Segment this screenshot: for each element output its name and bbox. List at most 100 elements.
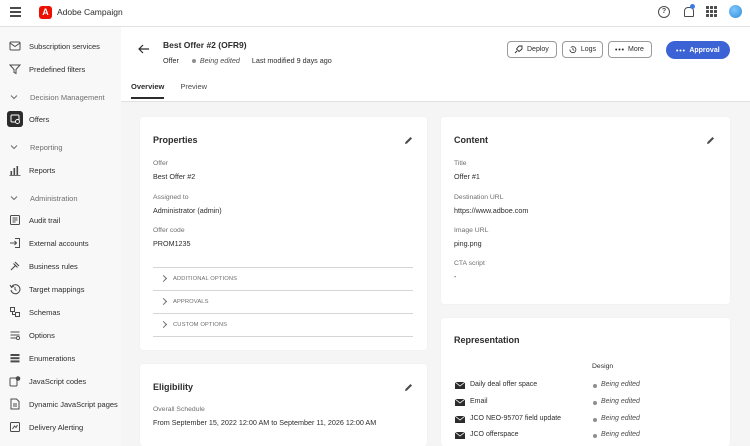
content-title: Content [454, 135, 488, 145]
sidebar-section-decision-management[interactable]: Decision Management [0, 87, 121, 107]
offer-type: Offer [163, 56, 179, 65]
eligibility-title: Eligibility [153, 382, 194, 392]
sidebar-item-options[interactable]: Options [0, 325, 121, 345]
back-arrow-icon[interactable] [138, 44, 150, 54]
table-row[interactable]: JCO offerspace Being edited [455, 430, 730, 444]
chevron-right-icon [159, 297, 168, 306]
field-label: Offer code [153, 227, 185, 234]
content-title-value: Offer #1 [454, 172, 480, 181]
tab-preview[interactable]: Preview [180, 82, 207, 99]
sidebar-item-subscription-services[interactable]: Subscription services [0, 36, 121, 56]
deploy-icon [514, 45, 523, 54]
target-mappings-icon [9, 283, 21, 295]
representation-title: Representation [454, 335, 520, 345]
help-icon[interactable]: ? [658, 5, 670, 18]
tab-bar: Overview Preview [131, 82, 207, 99]
email-envelope-icon [455, 382, 465, 389]
sidebar-item-javascript-codes[interactable]: JavaScript codes [0, 371, 121, 391]
sidebar-item-target-mappings[interactable]: Target mappings [0, 279, 121, 299]
sidebar-section-reporting[interactable]: Reporting [0, 137, 121, 157]
offers-icon [7, 111, 23, 127]
sidebar-item-dynamic-javascript-pages[interactable]: Dynamic JavaScript pages [0, 394, 121, 414]
email-envelope-icon [455, 399, 465, 406]
sidebar-item-reports[interactable]: Reports [0, 160, 121, 180]
sidebar-item-schemas[interactable]: Schemas [0, 302, 121, 322]
edit-pencil-icon[interactable] [404, 383, 413, 392]
app-title: Adobe Campaign [57, 7, 123, 17]
sidebar-section-administration[interactable]: Administration [0, 188, 121, 208]
status-dot [593, 401, 597, 405]
approval-button[interactable]: Approval [666, 41, 730, 59]
sidebar-item-business-rules[interactable]: Business rules [0, 256, 121, 276]
properties-title: Properties [153, 135, 198, 145]
table-row[interactable]: Email Being edited [455, 397, 730, 411]
assigned-to-value: Administrator (admin) [153, 206, 222, 215]
status-dot [593, 434, 597, 438]
enumerations-icon [9, 352, 21, 364]
logs-button[interactable]: Logs [562, 41, 603, 58]
table-row[interactable]: JCO NEO-95707 field update Being edited [455, 414, 730, 428]
destination-url-value[interactable]: https://www.adboe.com [454, 206, 528, 215]
js-codes-icon [9, 375, 21, 387]
table-row[interactable]: Daily deal offer space Being edited [455, 380, 730, 394]
accordion-approvals[interactable]: APPROVALS [153, 290, 413, 312]
user-avatar[interactable] [729, 5, 742, 18]
field-label: Overall Schedule [153, 406, 205, 413]
filter-icon [8, 63, 22, 75]
alert-icon [9, 421, 21, 433]
history-icon [569, 46, 577, 53]
chevron-down-icon [10, 196, 18, 201]
edit-pencil-icon[interactable] [706, 136, 715, 145]
offer-meta: Offer Being edited Last modified 9 days … [163, 56, 332, 65]
status-dot [593, 384, 597, 388]
sidebar-item-external-accounts[interactable]: External accounts [0, 233, 121, 253]
email-envelope-icon [455, 432, 465, 439]
sidebar-item-offers[interactable]: Offers [0, 109, 121, 129]
apps-grid-icon[interactable] [706, 6, 717, 17]
offer-code-value: PROM1235 [153, 239, 191, 248]
properties-card: Properties Offer Best Offer #2 Assigned … [140, 117, 427, 350]
field-label: Image URL [454, 227, 489, 234]
reports-icon [9, 164, 21, 176]
chevron-right-icon [159, 274, 168, 283]
notifications-bell-icon[interactable] [682, 3, 695, 18]
more-dots-icon [676, 49, 686, 51]
page-header: Best Offer #2 (OFR9) Offer Being edited … [121, 27, 750, 101]
field-label: CTA script [454, 260, 485, 267]
hamburger-menu-icon[interactable] [10, 7, 21, 17]
accordion-additional-options[interactable]: ADDITIONAL OPTIONS [153, 267, 413, 289]
image-url-value: ping.png [454, 239, 482, 248]
subscription-icon [9, 40, 21, 52]
content-card: Content Title Offer #1 Destination URL h… [441, 117, 730, 304]
page-title: Best Offer #2 (OFR9) [163, 40, 247, 50]
design-column-header: Design [592, 363, 614, 370]
field-label: Destination URL [454, 194, 504, 201]
accordion-custom-options[interactable]: CUSTOM OPTIONS [153, 313, 413, 335]
chevron-down-icon [10, 145, 18, 150]
adobe-logo: A [39, 6, 52, 19]
schemas-icon [9, 306, 21, 318]
representation-card: Representation Design Daily deal offer s… [441, 318, 730, 446]
accordion-divider [153, 336, 413, 337]
chevron-right-icon [159, 320, 168, 329]
sidebar-item-audit-trail[interactable]: Audit trail [0, 210, 121, 230]
edit-pencil-icon[interactable] [404, 136, 413, 145]
sidebar-item-enumerations[interactable]: Enumerations [0, 348, 121, 368]
more-dots-icon [615, 48, 624, 51]
tab-overview[interactable]: Overview [131, 82, 165, 99]
cta-script-value: - [454, 272, 457, 281]
sidebar-item-delivery-alerting[interactable]: Delivery Alerting [0, 417, 121, 437]
field-label: Offer [153, 160, 168, 167]
last-modified: Last modified 9 days ago [251, 56, 332, 65]
main-content: Best Offer #2 (OFR9) Offer Being edited … [121, 27, 750, 446]
deploy-button[interactable]: Deploy [507, 41, 557, 58]
field-label: Title [454, 160, 467, 167]
status-dot [191, 58, 196, 63]
sidebar-item-predefined-filters[interactable]: Predefined filters [0, 59, 121, 79]
more-button[interactable]: More [608, 41, 652, 58]
field-label: Assigned to [153, 194, 189, 201]
external-accounts-icon [9, 237, 21, 249]
js-pages-icon [9, 398, 21, 410]
offer-name-value: Best Offer #2 [153, 172, 196, 181]
schedule-value: From September 15, 2022 12:00 AM to Sept… [153, 418, 377, 427]
